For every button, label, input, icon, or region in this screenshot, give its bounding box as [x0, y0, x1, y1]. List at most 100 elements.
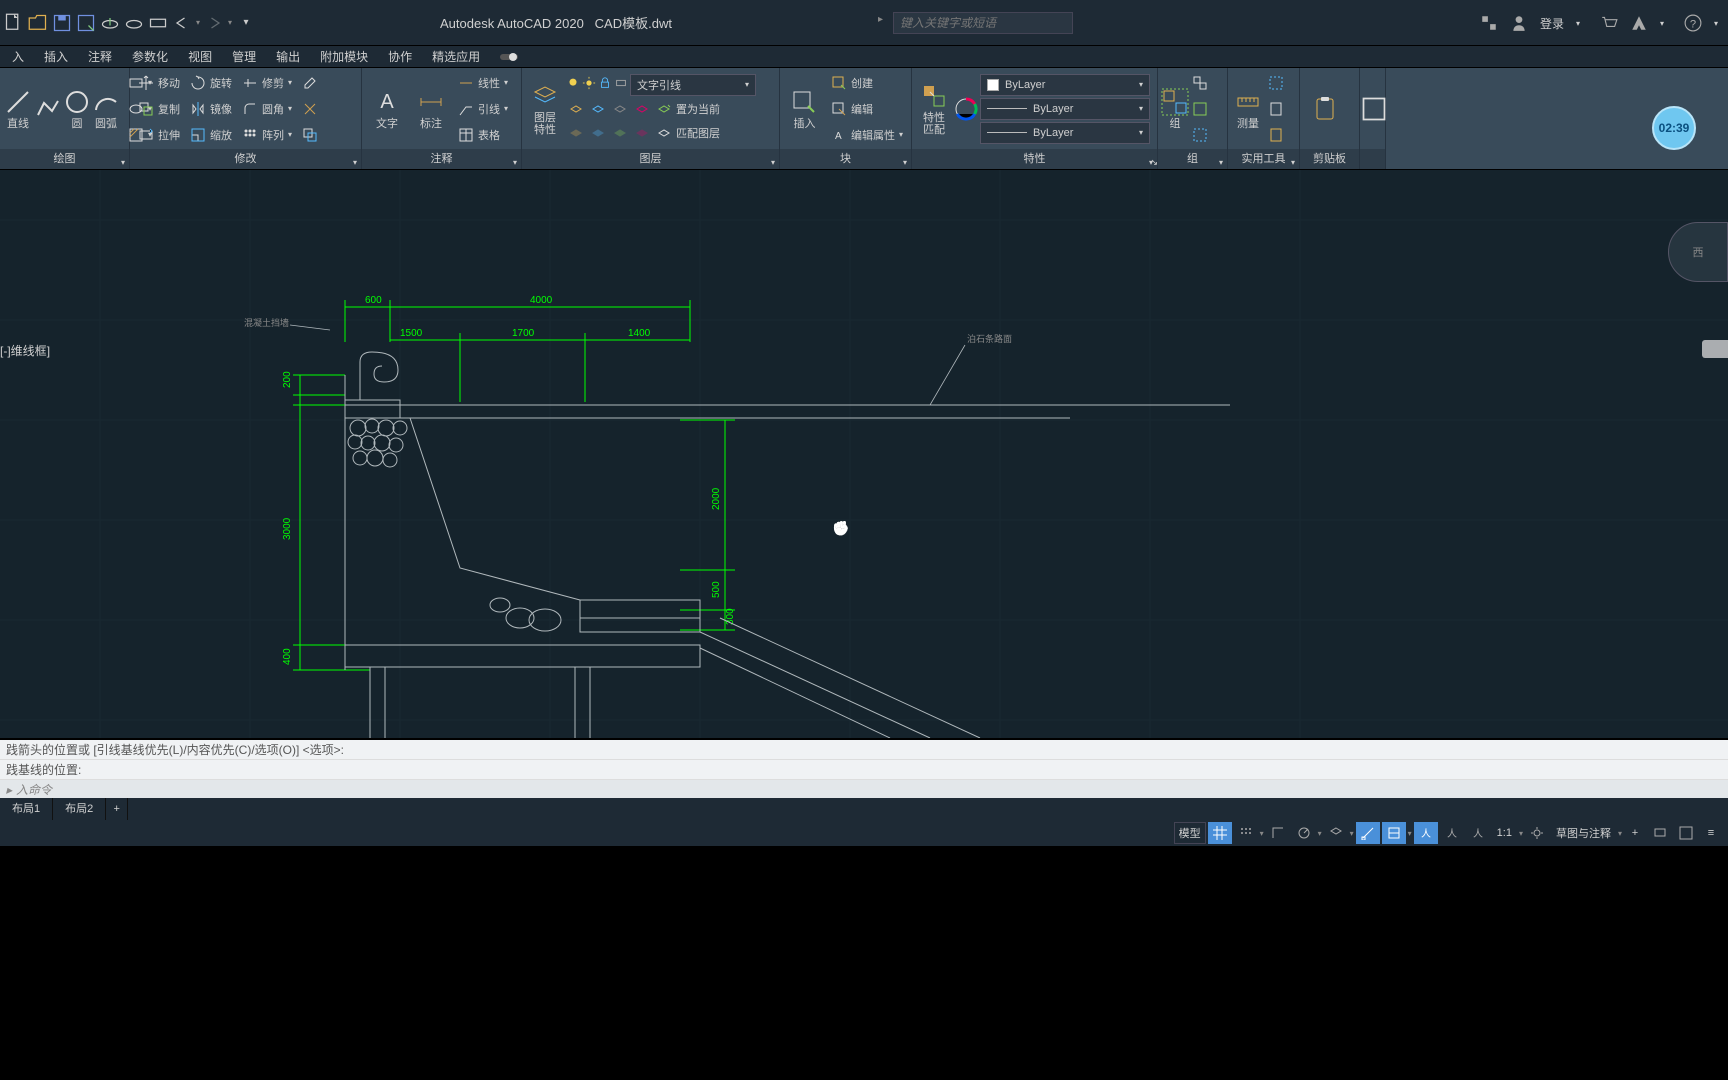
new-icon[interactable]: [4, 13, 24, 33]
lineweight-dropdown[interactable]: ByLayer▾: [980, 98, 1150, 120]
group-button[interactable]: 组: [1162, 70, 1188, 147]
line-button[interactable]: 直线: [4, 70, 32, 147]
tab-annotate[interactable]: 注释: [78, 46, 122, 68]
set-current-button[interactable]: 置为当前: [652, 97, 724, 121]
mirror-button[interactable]: 镜像: [186, 97, 236, 121]
ortho-button[interactable]: [1266, 822, 1290, 844]
tab-manage[interactable]: 管理: [222, 46, 266, 68]
arc-button[interactable]: 圆弧: [92, 70, 120, 147]
osnap-button[interactable]: [1356, 822, 1380, 844]
bulb-icon[interactable]: [566, 76, 580, 93]
sheet-tab-add[interactable]: +: [106, 798, 128, 820]
table-button[interactable]: 表格: [454, 123, 512, 147]
measure-button[interactable]: 测量: [1232, 70, 1264, 147]
rotate-button[interactable]: 旋转: [186, 71, 236, 95]
select-all-button[interactable]: [1266, 71, 1286, 95]
leader-button[interactable]: 引线 ▾: [454, 97, 512, 121]
match-props-button[interactable]: 特性 匹配: [916, 70, 952, 147]
lock-icon[interactable]: [598, 76, 612, 93]
help-icon[interactable]: ?: [1684, 14, 1702, 32]
save-icon[interactable]: [52, 13, 72, 33]
sun-icon[interactable]: [582, 76, 596, 93]
search-input[interactable]: [894, 13, 1072, 33]
isodraft-button[interactable]: [1324, 822, 1348, 844]
ungroup-button[interactable]: [1190, 71, 1210, 95]
layer-dropdown[interactable]: 文字引线▾: [630, 74, 756, 96]
login-link[interactable]: 登录: [1540, 15, 1564, 32]
edit-attr-button[interactable]: A编辑属性 ▾: [827, 123, 907, 147]
explode-button[interactable]: [298, 97, 322, 121]
redo-icon[interactable]: [204, 13, 224, 33]
otrack-button[interactable]: [1382, 822, 1406, 844]
offset-button[interactable]: [298, 123, 322, 147]
linear-dim-button[interactable]: 线性 ▾: [454, 71, 512, 95]
viewcube[interactable]: 西: [1668, 222, 1728, 282]
search-box[interactable]: [893, 12, 1073, 34]
layer-freeze-button[interactable]: [588, 97, 608, 121]
anno-scale-button[interactable]: 1:1: [1492, 822, 1517, 844]
open-icon[interactable]: [28, 13, 48, 33]
color-wheel-button[interactable]: [954, 70, 978, 147]
dimension-button[interactable]: 标注: [410, 70, 452, 147]
polar-button[interactable]: [1292, 822, 1316, 844]
cart-icon[interactable]: [1600, 14, 1618, 32]
undo-icon[interactable]: [172, 13, 192, 33]
layer-on-button[interactable]: [610, 121, 630, 145]
match-layer-button[interactable]: 匹配图层: [652, 121, 724, 145]
layer-iso-button[interactable]: [566, 97, 586, 121]
tab-toggle-icon[interactable]: [490, 46, 528, 68]
customize-button[interactable]: ≡: [1700, 822, 1722, 844]
stretch-button[interactable]: 拉伸: [134, 123, 184, 147]
lwt-button[interactable]: 人: [1414, 822, 1438, 844]
anno-monitor-button[interactable]: +: [1624, 822, 1646, 844]
array-button[interactable]: 阵列 ▾: [238, 123, 296, 147]
quickcalc-button[interactable]: [1266, 97, 1286, 121]
sheet-tab-layout1[interactable]: 布局1: [0, 798, 53, 820]
fillet-button[interactable]: 圆角 ▾: [238, 97, 296, 121]
text-button[interactable]: A文字: [366, 70, 408, 147]
edit-block-button[interactable]: 编辑: [827, 97, 907, 121]
panel-overflow[interactable]: [1360, 68, 1386, 169]
copy-button[interactable]: 复制: [134, 97, 184, 121]
layer-props-button[interactable]: 图层 特性: [526, 70, 564, 147]
tab-express[interactable]: 精选应用: [422, 46, 490, 68]
saveas-icon[interactable]: [76, 13, 96, 33]
tab-addins[interactable]: 附加模块: [310, 46, 378, 68]
drawing-canvas[interactable]: [-]维线框] 600 4000: [0, 170, 1728, 738]
scale-button[interactable]: 缩放: [186, 123, 236, 147]
command-input[interactable]: ▸入命令: [0, 780, 1728, 798]
snap-button[interactable]: [1234, 822, 1258, 844]
layer-uniso-button[interactable]: [566, 121, 586, 145]
tab-home[interactable]: 入: [2, 46, 34, 68]
layer-lock-button[interactable]: [632, 97, 652, 121]
move-button[interactable]: 移动: [134, 71, 184, 95]
clean-screen-button[interactable]: [1674, 822, 1698, 844]
group-bbox-button[interactable]: [1190, 123, 1210, 147]
cloud-save-icon[interactable]: [124, 13, 144, 33]
hwaccel-button[interactable]: [1648, 822, 1672, 844]
transparency-button[interactable]: 人: [1440, 822, 1464, 844]
group-edit-button[interactable]: [1190, 97, 1210, 121]
infocenter-icon[interactable]: [1480, 14, 1498, 32]
tab-view[interactable]: 视图: [178, 46, 222, 68]
tab-collab[interactable]: 协作: [378, 46, 422, 68]
workspace-label[interactable]: 草图与注释: [1551, 822, 1616, 844]
polyline-button[interactable]: [34, 70, 62, 147]
circle-button[interactable]: 圆: [64, 70, 90, 147]
color-dropdown[interactable]: ByLayer▾: [980, 74, 1150, 96]
qat-customize-icon[interactable]: ▾: [236, 13, 256, 33]
erase-button[interactable]: [298, 71, 322, 95]
paste-button[interactable]: [1266, 123, 1286, 147]
plot-icon[interactable]: [148, 13, 168, 33]
autodesk-app-icon[interactable]: [1630, 14, 1648, 32]
linetype-dropdown[interactable]: ByLayer▾: [980, 122, 1150, 144]
layer-thaw-button[interactable]: [588, 121, 608, 145]
tab-insert[interactable]: 插入: [34, 46, 78, 68]
create-block-button[interactable]: 创建: [827, 71, 907, 95]
insert-block-button[interactable]: 插入: [784, 70, 825, 147]
model-space-button[interactable]: 模型: [1174, 822, 1206, 844]
sheet-tab-layout2[interactable]: 布局2: [53, 798, 106, 820]
grid-button[interactable]: [1208, 822, 1232, 844]
tab-parametric[interactable]: 参数化: [122, 46, 178, 68]
tab-output[interactable]: 输出: [266, 46, 310, 68]
